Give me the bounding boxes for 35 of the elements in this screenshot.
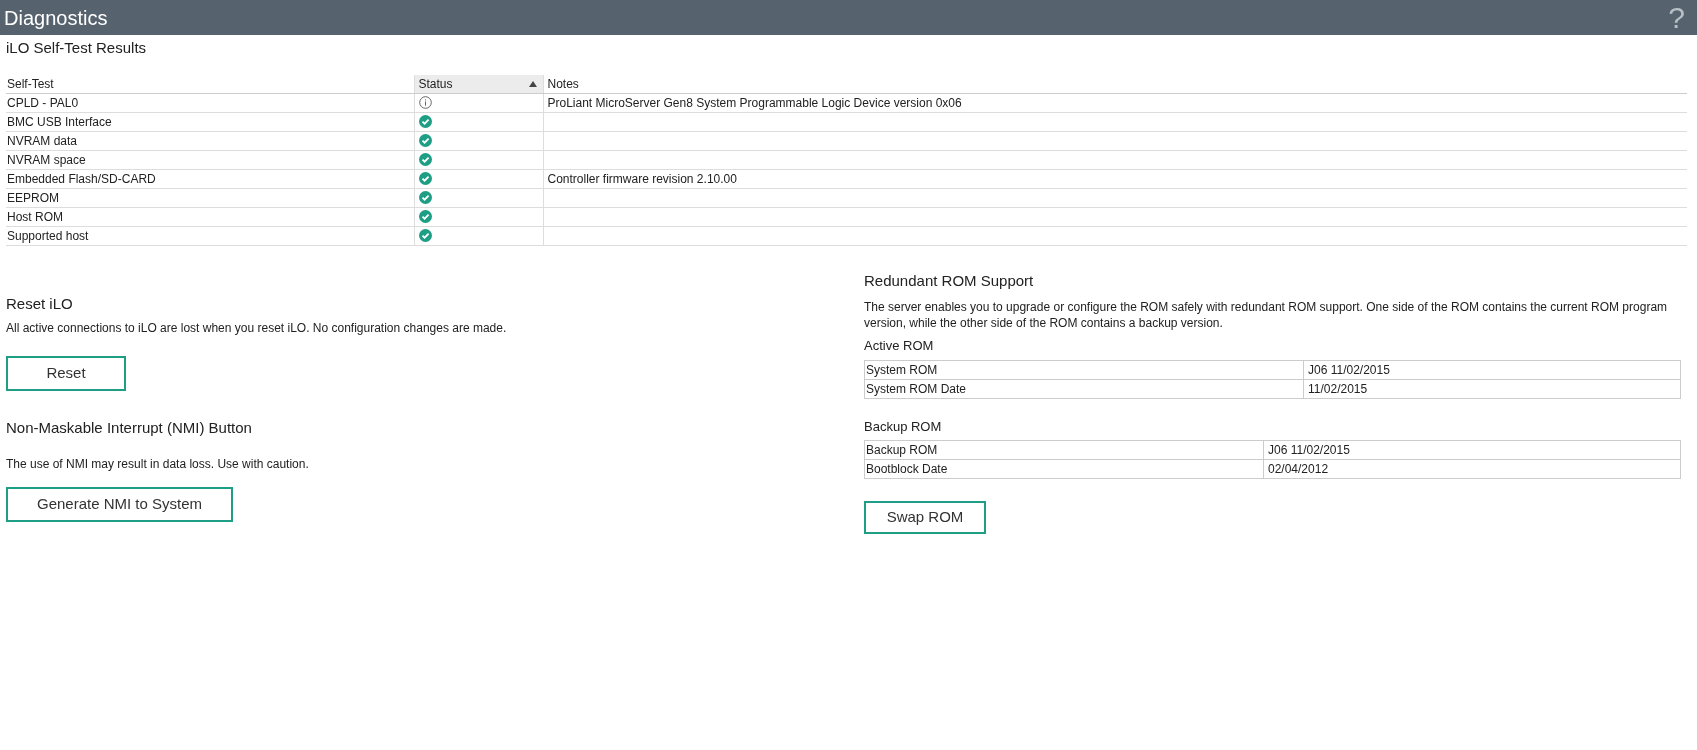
- subsection-title: Active ROM: [864, 337, 935, 355]
- table-cell: 02/04/2012: [1263, 459, 1681, 479]
- table-cell: Controller firmware revision 2.10.00: [547, 171, 737, 186]
- table-cell: J06 11/02/2015: [1303, 360, 1681, 379]
- section-title: iLO Self-Test Results: [6, 38, 148, 58]
- table-cell: System ROM: [864, 360, 1304, 379]
- table-cell: Backup ROM: [864, 440, 1264, 460]
- table-cell: CPLD - PAL0: [6, 93, 414, 112]
- table-cell: 11/02/2015: [1303, 379, 1681, 398]
- swap-rom-button[interactable]: Swap ROM: [864, 501, 986, 534]
- table-cell: Supported host: [6, 226, 414, 245]
- table-cell: Bootblock Date: [864, 459, 1264, 479]
- section-title: Redundant ROM Support: [864, 270, 1035, 291]
- column-header[interactable]: Notes: [543, 74, 1687, 93]
- section-title: Non-Maskable Interrupt (NMI) Button: [6, 418, 253, 438]
- table-cell: NVRAM data: [6, 131, 414, 150]
- column-header[interactable]: Self-Test: [6, 74, 414, 93]
- table-cell: J06 11/02/2015: [1263, 440, 1681, 460]
- subsection-title: Backup ROM: [864, 417, 943, 436]
- section-title: Reset iLO: [6, 293, 74, 314]
- table-cell: BMC USB Interface: [6, 112, 414, 131]
- description-text: All active connections to iLO are lost when you reset iLO. No configuration changes are made.: [6, 320, 508, 337]
- table-cell: Embedded Flash/SD-CARD: [6, 169, 414, 188]
- nmi-button[interactable]: Generate NMI to System: [6, 486, 233, 522]
- page-title: Diagnostics: [4, 5, 108, 31]
- reset-button[interactable]: Reset: [6, 356, 126, 391]
- table-cell: System ROM Date: [864, 379, 1304, 398]
- table-cell: Host ROM: [6, 207, 414, 226]
- description-text: The use of NMI may result in data loss. Use with caution.: [6, 455, 310, 473]
- table-cell: NVRAM space: [6, 150, 414, 169]
- description-text: The server enables you to upgrade or configure the ROM safely with redundant ROM support. One side of the ROM contains the current ROM program version, while the other side of the ROM contains a backup version.: [864, 299, 1669, 331]
- sort-arrow-icon: [528, 80, 537, 87]
- column-header[interactable]: Status: [414, 74, 543, 93]
- table-cell: ProLiant MicroServer Gen8 System Programmable Logic Device version 0x06: [547, 95, 962, 110]
- table-cell: EEPROM: [6, 188, 414, 207]
